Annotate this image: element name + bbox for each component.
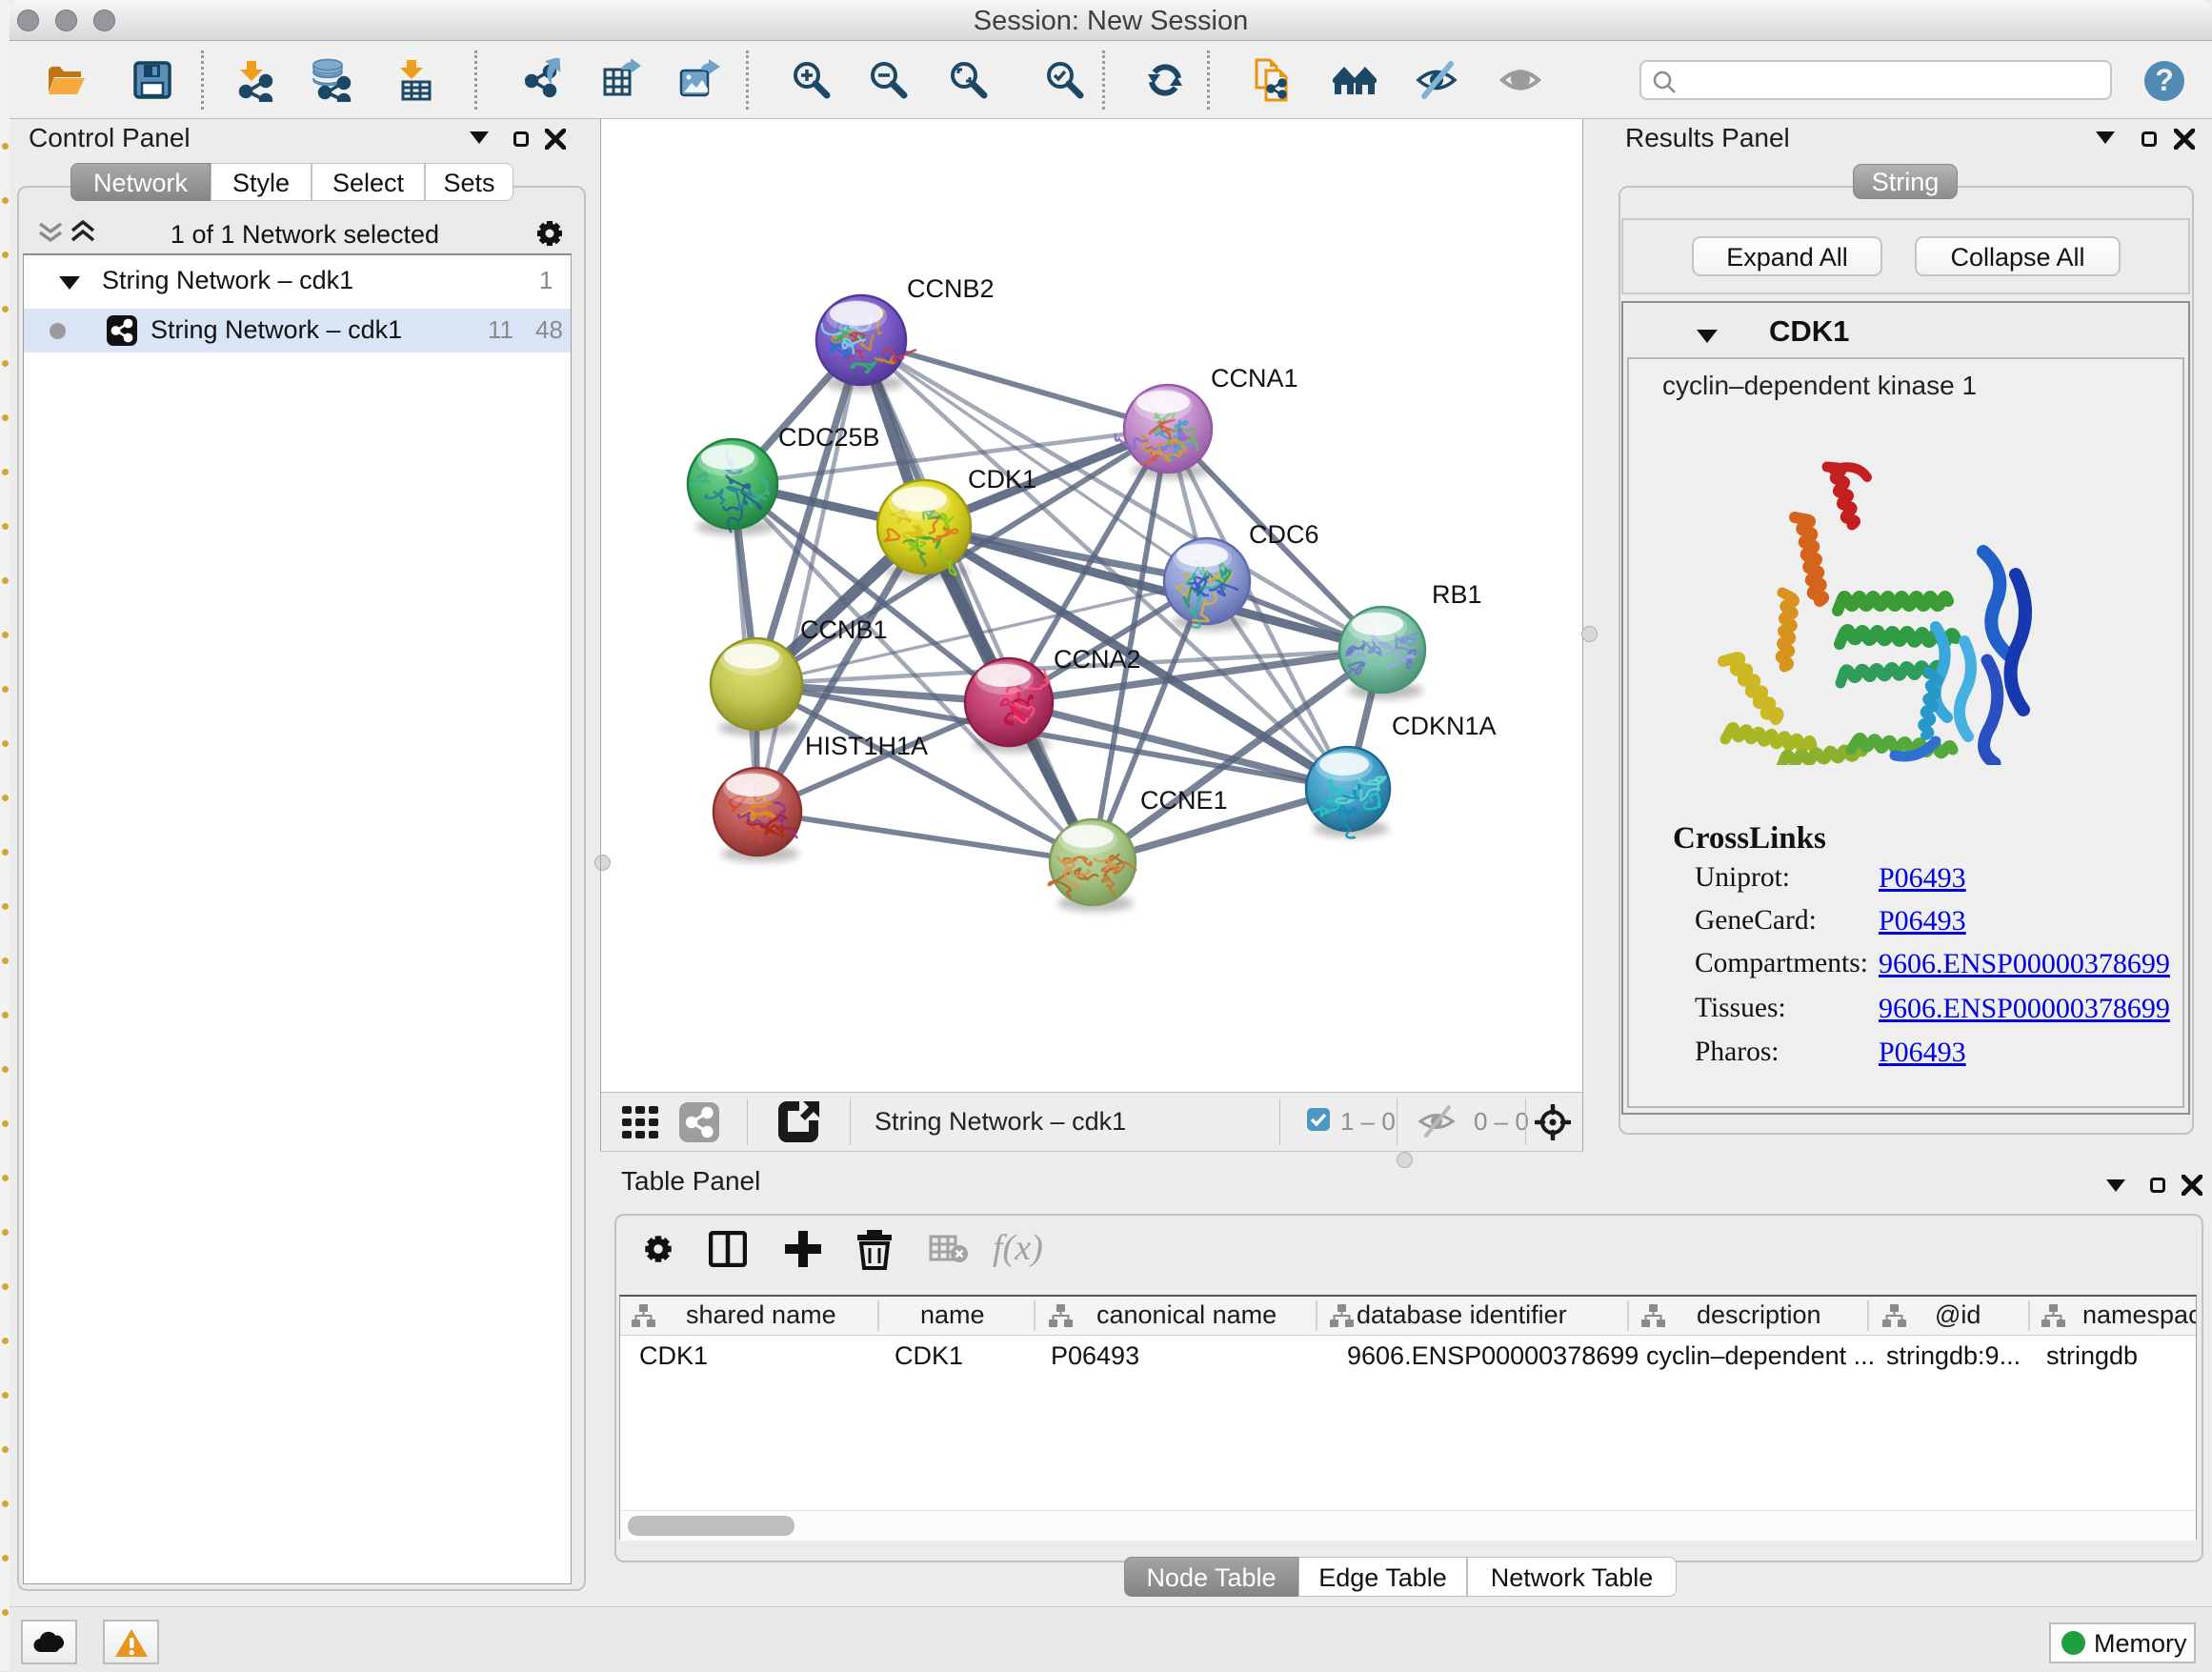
- svg-text:@id: @id: [1935, 1300, 1981, 1329]
- svg-text:canonical name: canonical name: [1096, 1300, 1277, 1329]
- svg-text:CCNE1: CCNE1: [1140, 786, 1228, 815]
- svg-text:CCNB2: CCNB2: [907, 274, 995, 303]
- svg-text:CDKN1A: CDKN1A: [1392, 712, 1497, 740]
- svg-text:CDC6: CDC6: [1249, 520, 1319, 549]
- svg-text:CDC25B: CDC25B: [778, 423, 880, 452]
- svg-text:CCNA2: CCNA2: [1054, 645, 1141, 674]
- svg-text:CDK1: CDK1: [968, 465, 1036, 494]
- svg-text:name: name: [920, 1300, 985, 1329]
- svg-text:?: ?: [2155, 63, 2174, 97]
- svg-text:shared name: shared name: [686, 1300, 836, 1329]
- svg-text:database identifier: database identifier: [1357, 1300, 1567, 1329]
- svg-text:namespac: namespac: [2082, 1300, 2196, 1329]
- svg-text:CCNA1: CCNA1: [1211, 364, 1298, 393]
- svg-text:CCNB1: CCNB1: [800, 615, 888, 644]
- svg-text:HIST1H1A: HIST1H1A: [805, 732, 928, 760]
- svg-text:description: description: [1697, 1300, 1821, 1329]
- svg-text:RB1: RB1: [1432, 580, 1482, 609]
